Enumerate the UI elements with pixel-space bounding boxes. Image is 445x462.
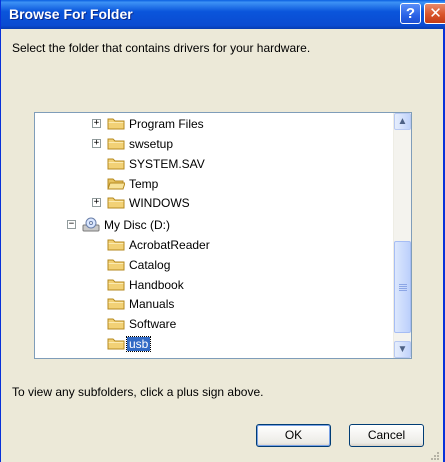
thumb-grip-line (399, 290, 407, 291)
folder-tree[interactable]: + Program Files + swsetup SYSTEM.SAV Temp + WIN… (34, 112, 412, 359)
tree-item[interactable]: Catalog (35, 256, 393, 274)
scroll-up-button[interactable]: ▲ (394, 113, 411, 130)
thumb-grip-line (399, 284, 407, 285)
folder-icon (107, 116, 125, 131)
expand-plus-icon[interactable]: + (92, 139, 101, 148)
folder-icon (107, 316, 125, 331)
tree-item-label[interactable]: swsetup (127, 137, 175, 151)
tree-item-label[interactable]: Software (127, 317, 178, 331)
folder-icon (107, 257, 125, 272)
resize-grip-icon[interactable] (429, 450, 439, 460)
thumb-grip-line (399, 286, 407, 287)
tree-item-label[interactable]: Handbook (127, 278, 186, 292)
folder-icon (107, 277, 125, 292)
tree-item-label[interactable]: My Disc (D:) (102, 218, 172, 232)
browse-for-folder-dialog: Browse For Folder ? ✕ Select the folder … (0, 0, 445, 462)
tree-item-label[interactable]: usb (125, 336, 152, 352)
tree-item-label[interactable]: Temp (127, 177, 160, 191)
thumb-grip-line (399, 288, 407, 289)
help-button[interactable]: ? (400, 3, 421, 24)
close-button[interactable]: ✕ (424, 3, 445, 24)
cd-drive-icon (82, 217, 100, 232)
tree-item[interactable]: + Program Files (35, 115, 393, 133)
tree-item-label[interactable]: AcrobatReader (127, 238, 212, 252)
tree-item[interactable]: + WINDOWS (35, 194, 393, 212)
tree-item-label[interactable]: Program Files (127, 117, 206, 131)
window-title: Browse For Folder (9, 6, 133, 22)
tree-item[interactable]: Temp (35, 175, 393, 193)
folder-icon (107, 336, 125, 351)
tree-item[interactable]: AcrobatReader (35, 236, 393, 254)
folder-icon (107, 156, 125, 171)
ok-button[interactable]: OK (256, 424, 331, 447)
subfolder-hint: To view any subfolders, click a plus sig… (12, 385, 264, 399)
collapse-minus-icon[interactable]: − (67, 220, 76, 229)
scroll-down-button[interactable]: ▼ (394, 341, 411, 358)
tree-item-label[interactable]: WINDOWS (127, 196, 192, 210)
expand-plus-icon[interactable]: + (92, 198, 101, 207)
folder-icon (107, 237, 125, 252)
folder-icon (107, 195, 125, 210)
tree-item[interactable]: SYSTEM.SAV (35, 155, 393, 173)
cancel-button[interactable]: Cancel (349, 424, 424, 447)
expand-plus-icon[interactable]: + (92, 119, 101, 128)
title-bar[interactable]: Browse For Folder ? ✕ (1, 0, 445, 29)
tree-item-label[interactable]: Catalog (127, 258, 172, 272)
tree-item[interactable]: Software (35, 315, 393, 333)
scroll-thumb[interactable] (394, 241, 411, 333)
folder-icon (107, 136, 125, 151)
tree-item[interactable]: + swsetup (35, 135, 393, 153)
tree-item-label[interactable]: SYSTEM.SAV (127, 157, 207, 171)
tree-item[interactable]: Manuals (35, 295, 393, 313)
tree-item[interactable]: − My Disc (D:) (35, 216, 393, 234)
tree-item[interactable]: Handbook (35, 276, 393, 294)
folder-icon (107, 296, 125, 311)
tree-item[interactable]: usb (35, 335, 393, 353)
instruction-text: Select the folder that contains drivers … (12, 41, 311, 55)
tree-item-label[interactable]: Manuals (127, 297, 176, 311)
vertical-scrollbar[interactable]: ▲ ▼ (393, 113, 411, 358)
folder-open-icon (107, 176, 126, 191)
